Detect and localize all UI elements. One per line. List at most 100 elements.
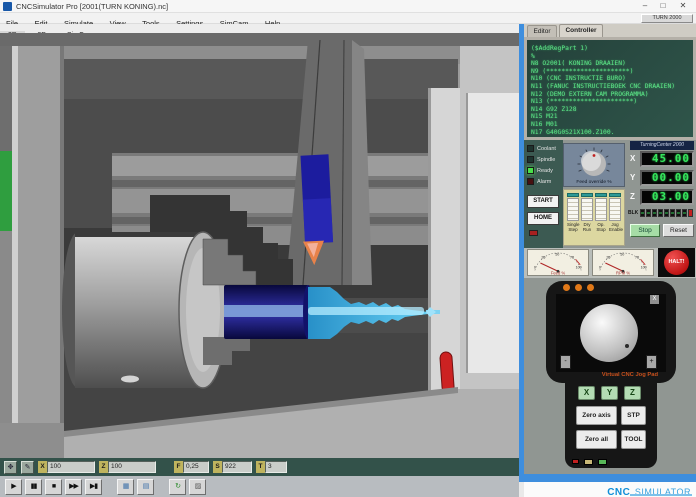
logo-tagline-strip <box>630 494 692 496</box>
jog-led-amber <box>584 459 593 465</box>
z-key: Z <box>99 461 108 473</box>
status-bar: ✥ ✎ X 100 Z 100 F 0,25 S 922 T 3 <box>0 458 519 476</box>
jog-axis-x-key[interactable]: X <box>578 386 595 400</box>
alarm-led <box>527 178 534 185</box>
axis-z-display: 03.00 <box>640 189 694 205</box>
coolant-led <box>527 145 534 152</box>
door-handle[interactable] <box>440 352 455 394</box>
app-window: CNCSimulator Pro [2001(TURN KONING).nc] … <box>0 0 696 497</box>
close-button[interactable]: ✕ <box>676 1 690 11</box>
code-line: N13 (**********************) <box>531 98 689 106</box>
simulation-toolbar: ▶ ▮▮ ■ ▶▶ ▶▮ ▦ ▤ ↻ ▨ <box>0 476 519 497</box>
rpm-gauge-label: RPM % <box>616 271 630 275</box>
jog-pad-close-button[interactable]: X <box>650 295 659 304</box>
svg-text:100: 100 <box>576 266 582 270</box>
x-key: X <box>38 461 47 473</box>
tool-field[interactable]: T 3 <box>256 461 287 473</box>
step-forward-icon[interactable]: ▶▮ <box>85 479 102 495</box>
z-position-field[interactable]: Z 100 <box>99 461 156 473</box>
tab-editor[interactable]: Editor <box>527 25 557 37</box>
code-line: N10 (CNC INSTRUCTIE BURO) <box>531 75 689 83</box>
code-line: N15 M21 <box>531 113 689 121</box>
title-bar: CNCSimulator Pro [2001(TURN KONING).nc] … <box>0 0 696 13</box>
halt-button[interactable]: HALT! <box>664 250 689 275</box>
x-value[interactable]: 100 <box>47 461 95 473</box>
jog-plus-button[interactable]: + <box>646 355 657 369</box>
ready-led <box>527 167 534 174</box>
s-value[interactable]: 922 <box>222 461 252 473</box>
axis-y-label: Y <box>630 173 639 182</box>
refresh-icon[interactable]: ↻ <box>169 479 186 495</box>
tab-controller[interactable]: Controller <box>559 24 603 37</box>
svg-text:75: 75 <box>570 255 574 259</box>
block-indicator-row: BLK <box>628 209 693 217</box>
axis-z-label: Z <box>630 192 639 201</box>
code-line: ($AddRegPart 1) <box>531 45 689 53</box>
jog-minus-button[interactable]: - <box>560 355 571 369</box>
jog-pad-title: Virtual CNC Jog Pad <box>556 372 658 378</box>
jog-pad-dot <box>575 284 582 291</box>
f-value[interactable]: 0,25 <box>183 461 209 473</box>
s-key: S <box>213 461 222 473</box>
pause-icon[interactable]: ▮▮ <box>25 479 42 495</box>
code-line: N16 M01 <box>531 121 689 129</box>
switch-jog-enable[interactable]: Jog Enable <box>609 193 621 244</box>
svg-text:0: 0 <box>599 266 601 270</box>
zero-axis-button[interactable]: Zero axis <box>576 406 617 425</box>
switch-dry-run[interactable]: Dry Run <box>581 193 593 244</box>
ready-led-row: Ready <box>527 167 553 174</box>
tool-button[interactable]: TOOL <box>621 430 646 449</box>
jog-axis-z-key[interactable]: Z <box>624 386 641 400</box>
switch-single-step[interactable]: Single Step <box>567 193 579 244</box>
svg-text:25: 25 <box>541 255 545 259</box>
jog-led-red <box>572 459 579 464</box>
svg-text:100: 100 <box>641 266 647 270</box>
stop-button[interactable]: Stop <box>630 224 660 237</box>
code-line: N8 O2001( KONING DRAAIEN) <box>531 60 689 68</box>
report-window-icon[interactable]: ▦ <box>117 479 134 495</box>
status-led-red <box>529 230 538 236</box>
zero-all-button[interactable]: Zero all <box>576 430 617 449</box>
mode-switch-panel: Single Step Dry Run Op. Stop Jog Enable <box>563 189 625 246</box>
minimize-button[interactable]: – <box>638 1 652 11</box>
machine-window-icon[interactable]: ▤ <box>137 479 154 495</box>
reset-button[interactable]: Reset <box>663 224 694 237</box>
home-button[interactable]: HOME <box>527 212 559 225</box>
svg-text:50: 50 <box>555 253 559 257</box>
stop-icon[interactable]: ■ <box>45 479 62 495</box>
machine-select-button[interactable]: TURN 2000 <box>641 14 693 23</box>
page-icon[interactable]: ▨ <box>189 479 206 495</box>
pan-icon[interactable]: ✥ <box>4 461 17 474</box>
axis-y-display: 00.00 <box>640 170 694 186</box>
jog-pad-dot <box>587 284 594 291</box>
speed-field[interactable]: S 922 <box>213 461 252 473</box>
edit-icon[interactable]: ✎ <box>21 461 34 474</box>
jog-dial[interactable] <box>580 304 638 362</box>
code-line: N11 (FANUC INSTRUCTIEBOEK CNC DRAAIEN) <box>531 83 689 91</box>
rpm-gauge: 0 25 50 75 100 RPM % <box>592 249 654 276</box>
viewport-3d[interactable] <box>0 33 522 458</box>
view-tab-bar: 3D 2D SimCam <box>0 24 522 33</box>
svg-text:75: 75 <box>635 255 639 259</box>
x-position-field[interactable]: X 100 <box>38 461 95 473</box>
jog-axis-y-key[interactable]: Y <box>601 386 618 400</box>
spindle-led <box>527 156 534 163</box>
z-value[interactable]: 100 <box>108 461 156 473</box>
knob-label: Feed override % <box>563 180 625 185</box>
switch-op-stop[interactable]: Op. Stop <box>595 193 607 244</box>
t-key: T <box>256 461 265 473</box>
t-value[interactable]: 3 <box>265 461 287 473</box>
fast-forward-icon[interactable]: ▶▶ <box>65 479 82 495</box>
menu-bar: File Edit Simulate View Tools Settings S… <box>0 13 696 24</box>
code-line: N17 G40G0S21X100.Z100. <box>531 129 689 137</box>
play-icon[interactable]: ▶ <box>5 479 22 495</box>
controller-screen: ($AddRegPart 1) % N8 O2001( KONING DRAAI… <box>524 37 696 140</box>
start-button[interactable]: START <box>527 195 559 208</box>
stp-button[interactable]: STP <box>621 406 646 425</box>
jog-dial-notch <box>625 344 629 348</box>
window-title: CNCSimulator Pro [2001(TURN KONING).nc] <box>16 2 168 11</box>
maximize-button[interactable]: □ <box>656 1 670 11</box>
feed-field[interactable]: F 0,25 <box>174 461 209 473</box>
svg-text:0: 0 <box>534 266 536 270</box>
f-key: F <box>174 461 183 473</box>
